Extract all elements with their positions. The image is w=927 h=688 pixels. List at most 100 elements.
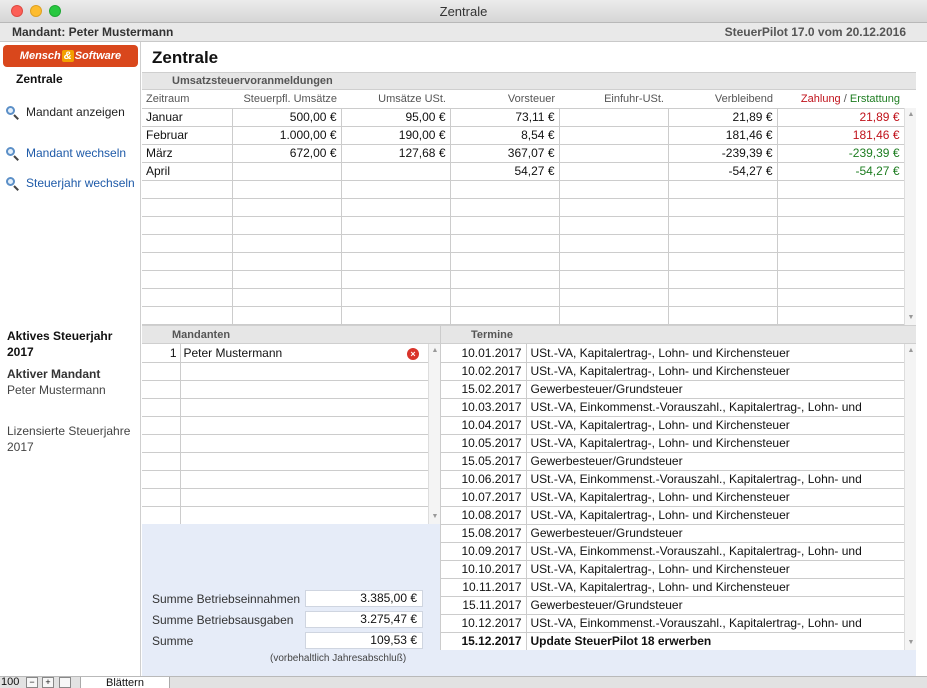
ust-cell-vorsteuer[interactable]: 8,54 €: [450, 126, 560, 145]
termin-row[interactable]: 15.05.2017 Gewerbesteuer/Grundsteuer: [441, 452, 904, 471]
ust-cell-result[interactable]: -239,39 €: [777, 144, 905, 163]
ust-cell-umsaetze-ust[interactable]: 190,00 €: [341, 126, 451, 145]
ust-cell-verbleibend[interactable]: [668, 306, 778, 325]
ust-cell-umsaetze-ust[interactable]: [341, 270, 451, 289]
termin-row[interactable]: 10.09.2017 USt.-VA, Einkommenst.-Vorausza…: [441, 542, 904, 561]
scroll-up-icon[interactable]: ▲: [905, 110, 917, 120]
ust-cell-result[interactable]: [777, 180, 905, 199]
mandant-empty-row[interactable]: [142, 488, 428, 507]
ust-cell-result[interactable]: 181,46 €: [777, 126, 905, 145]
mandant-name-cell[interactable]: Peter Mustermann ×: [180, 344, 428, 363]
ust-cell-verbleibend[interactable]: [668, 288, 778, 307]
ust-cell-result[interactable]: [777, 306, 905, 325]
ust-cell-einfuhr[interactable]: [559, 252, 669, 271]
ust-cell-steuerpfl[interactable]: [232, 306, 342, 325]
termin-row[interactable]: 10.02.2017 USt.-VA, Kapitalertrag-, Lohn-…: [441, 362, 904, 381]
ust-cell-zeitraum[interactable]: [142, 252, 233, 271]
ust-cell-verbleibend[interactable]: [668, 180, 778, 199]
mandant-name-cell[interactable]: [180, 398, 428, 417]
ust-cell-steuerpfl[interactable]: [232, 288, 342, 307]
ust-cell-vorsteuer[interactable]: [450, 216, 560, 235]
ust-cell-verbleibend[interactable]: [668, 252, 778, 271]
ust-cell-vorsteuer[interactable]: [450, 180, 560, 199]
ust-cell-einfuhr[interactable]: [559, 234, 669, 253]
ust-cell-verbleibend[interactable]: -239,39 €: [668, 144, 778, 163]
sidebar-link-steuerjahr-wechseln[interactable]: Steuerjahr wechseln: [6, 176, 135, 191]
ust-cell-umsaetze-ust[interactable]: [341, 252, 451, 271]
ust-cell-zeitraum[interactable]: April: [142, 162, 233, 181]
mandant-name-cell[interactable]: [180, 506, 428, 525]
ust-cell-verbleibend[interactable]: 181,46 €: [668, 126, 778, 145]
ust-row[interactable]: April 54,27 € -54,27 € -54,27 €: [142, 162, 905, 181]
delete-icon[interactable]: ×: [407, 347, 419, 360]
ust-cell-einfuhr[interactable]: [559, 306, 669, 325]
ust-cell-steuerpfl[interactable]: 500,00 €: [232, 108, 342, 127]
ust-empty-row[interactable]: [142, 198, 905, 217]
ust-cell-steuerpfl[interactable]: [232, 180, 342, 199]
ust-cell-einfuhr[interactable]: [559, 270, 669, 289]
mandant-name-cell[interactable]: [180, 416, 428, 435]
ust-cell-zeitraum[interactable]: Januar: [142, 108, 233, 127]
ust-cell-vorsteuer[interactable]: 54,27 €: [450, 162, 560, 181]
ust-cell-zeitraum[interactable]: [142, 288, 233, 307]
layout-icon[interactable]: [59, 677, 71, 688]
ust-cell-verbleibend[interactable]: 21,89 €: [668, 108, 778, 127]
ust-cell-result[interactable]: 21,89 €: [777, 108, 905, 127]
col-header-vorsteuer[interactable]: Vorsteuer: [450, 90, 559, 109]
zoom-in-button[interactable]: +: [42, 677, 54, 688]
ust-empty-row[interactable]: [142, 288, 905, 307]
ust-cell-einfuhr[interactable]: [559, 144, 669, 163]
ust-cell-einfuhr[interactable]: [559, 162, 669, 181]
mandant-name-cell[interactable]: [180, 488, 428, 507]
ust-cell-result[interactable]: [777, 252, 905, 271]
ust-row[interactable]: März 672,00 €127,68 €367,07 € -239,39 € -23…: [142, 144, 905, 163]
ust-cell-zeitraum[interactable]: Februar: [142, 126, 233, 145]
ust-cell-zeitraum[interactable]: [142, 180, 233, 199]
ust-cell-vorsteuer[interactable]: [450, 270, 560, 289]
ust-cell-steuerpfl[interactable]: [232, 252, 342, 271]
mandant-empty-row[interactable]: [142, 434, 428, 453]
termin-row[interactable]: 15.08.2017 Gewerbesteuer/Grundsteuer: [441, 524, 904, 543]
termin-row[interactable]: 15.11.2017 Gewerbesteuer/Grundsteuer: [441, 596, 904, 615]
minimize-window-button[interactable]: [30, 5, 42, 17]
ust-cell-result[interactable]: [777, 216, 905, 235]
mandant-empty-row[interactable]: [142, 380, 428, 399]
col-header-zeitraum[interactable]: Zeitraum: [142, 90, 232, 109]
col-header-umsaetze-ust[interactable]: Umsätze USt.: [341, 90, 450, 109]
termine-scrollbar[interactable]: ▲ ▼: [904, 344, 916, 650]
ust-scrollbar[interactable]: ▲ ▼: [904, 108, 916, 325]
ust-empty-row[interactable]: [142, 180, 905, 199]
ust-cell-result[interactable]: [777, 270, 905, 289]
scroll-down-icon[interactable]: ▼: [905, 313, 917, 323]
ust-row[interactable]: Januar 500,00 €95,00 €73,11 € 21,89 €21,89…: [142, 108, 905, 127]
ust-cell-zeitraum[interactable]: [142, 270, 233, 289]
ust-cell-vorsteuer[interactable]: [450, 234, 560, 253]
termin-row[interactable]: 15.02.2017 Gewerbesteuer/Grundsteuer: [441, 380, 904, 399]
zoom-out-button[interactable]: −: [26, 677, 38, 688]
mandant-empty-row[interactable]: [142, 362, 428, 381]
ust-cell-verbleibend[interactable]: [668, 216, 778, 235]
ust-cell-umsaetze-ust[interactable]: [341, 234, 451, 253]
mandant-name-cell[interactable]: [180, 452, 428, 471]
ust-cell-umsaetze-ust[interactable]: [341, 180, 451, 199]
ust-cell-einfuhr[interactable]: [559, 288, 669, 307]
termin-row[interactable]: 15.12.2017 Update SteuerPilot 18 erwerben: [441, 632, 904, 651]
ust-cell-umsaetze-ust[interactable]: 127,68 €: [341, 144, 451, 163]
ust-row[interactable]: Februar 1.000,00 €190,00 €8,54 € 181,46 €1…: [142, 126, 905, 145]
ust-cell-umsaetze-ust[interactable]: [341, 288, 451, 307]
mandant-empty-row[interactable]: [142, 398, 428, 417]
ust-cell-umsaetze-ust[interactable]: [341, 216, 451, 235]
termin-row[interactable]: 10.11.2017 USt.-VA, Kapitalertrag-, Lohn-…: [441, 578, 904, 597]
ust-cell-result[interactable]: [777, 234, 905, 253]
termin-row[interactable]: 10.07.2017 USt.-VA, Kapitalertrag-, Lohn-…: [441, 488, 904, 507]
ust-cell-verbleibend[interactable]: [668, 234, 778, 253]
zoom-level[interactable]: 100: [1, 676, 19, 688]
mandant-name-cell[interactable]: [180, 434, 428, 453]
ust-cell-einfuhr[interactable]: [559, 126, 669, 145]
sidebar-link-mandant-wechseln[interactable]: Mandant wechseln: [6, 146, 126, 161]
ust-empty-row[interactable]: [142, 216, 905, 235]
ust-cell-steuerpfl[interactable]: [232, 162, 342, 181]
ust-cell-vorsteuer[interactable]: 367,07 €: [450, 144, 560, 163]
scroll-up-icon[interactable]: ▲: [905, 346, 917, 356]
termin-row[interactable]: 10.06.2017 USt.-VA, Einkommenst.-Vorausza…: [441, 470, 904, 489]
